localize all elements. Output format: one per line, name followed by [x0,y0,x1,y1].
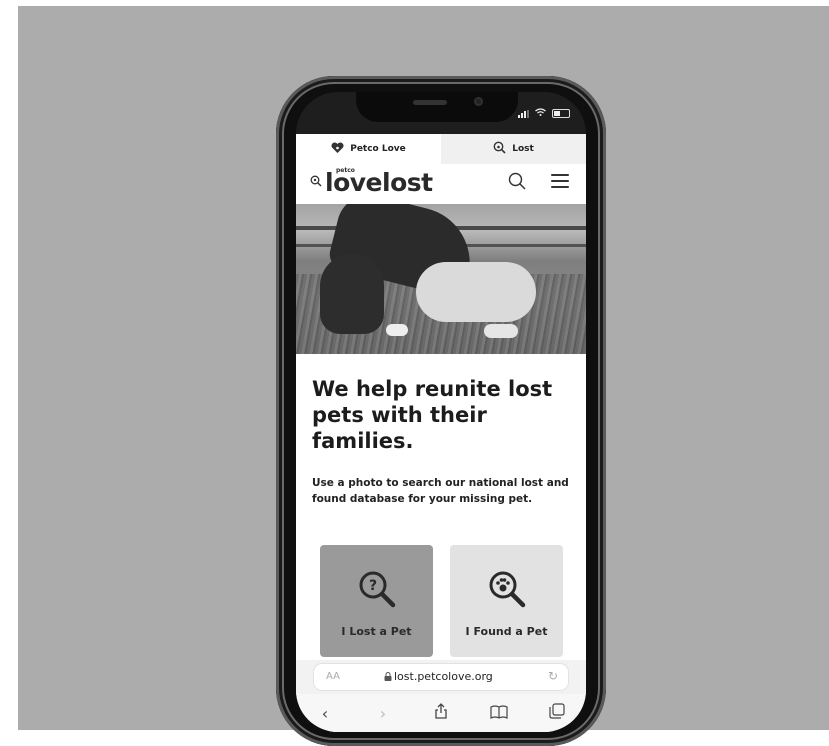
url-text: lost.petcolove.org [394,670,493,683]
question-magnifier-icon: ? [355,567,399,611]
heart-paw-icon [331,141,344,157]
shoe [484,324,518,338]
status-bar [518,108,570,119]
search-paw-icon [493,141,506,157]
found-pet-button[interactable]: I Found a Pet [450,545,563,657]
notch [356,92,518,122]
wifi-icon [535,108,546,119]
back-icon[interactable]: ‹ [313,704,337,723]
card-label: I Found a Pet [465,625,548,638]
safari-address-area: AA lost.petcolove.org ↻ [296,660,586,694]
site-header: petco lovelost [296,164,586,204]
lost-pet-button[interactable]: ? I Lost a Pet [320,545,433,657]
logo-petco-text: petco [336,167,355,174]
hamburger-menu-icon[interactable] [551,174,569,190]
text-size-button[interactable]: AA [326,671,340,682]
card-label: I Lost a Pet [341,625,412,638]
reload-icon[interactable]: ↻ [548,669,558,683]
phone-screen: Petco Love Lost petco lovelost We help r… [296,92,586,732]
speaker [413,100,447,105]
web-page: petco lovelost We help reunite lost pets… [296,164,586,732]
page-headline: We help reunite lost pets with their fam… [312,377,553,453]
safari-toolbar: ‹ › [296,694,586,732]
camera [474,97,483,106]
signal-icon [518,109,529,118]
shoe [386,324,408,336]
tab-label: Lost [512,144,534,154]
background: Petco Love Lost petco lovelost We help r… [18,6,829,746]
logo-magnifier-icon [310,175,322,191]
search-icon[interactable] [508,172,530,194]
hero-image [296,204,586,354]
address-bar[interactable]: AA lost.petcolove.org ↻ [314,664,568,690]
bookmarks-icon[interactable] [487,704,511,723]
phone-frame: Petco Love Lost petco lovelost We help r… [276,76,606,746]
site-tabs: Petco Love Lost [296,134,586,164]
tab-lost[interactable]: Lost [441,134,586,164]
paw-magnifier-icon [485,567,529,611]
tab-label: Petco Love [350,144,406,154]
tabs-icon[interactable] [545,703,569,723]
forward-icon[interactable]: › [371,704,395,723]
share-icon[interactable] [429,703,453,723]
dog-figure [320,254,384,334]
page-subtext: Use a photo to search our national lost … [312,477,569,505]
lovelost-logo[interactable]: petco lovelost [310,167,433,195]
girl-legs [416,262,536,322]
tab-petco-love[interactable]: Petco Love [296,134,441,164]
lock-icon [384,672,392,684]
svg-text:?: ? [368,578,376,594]
battery-icon [552,109,570,118]
